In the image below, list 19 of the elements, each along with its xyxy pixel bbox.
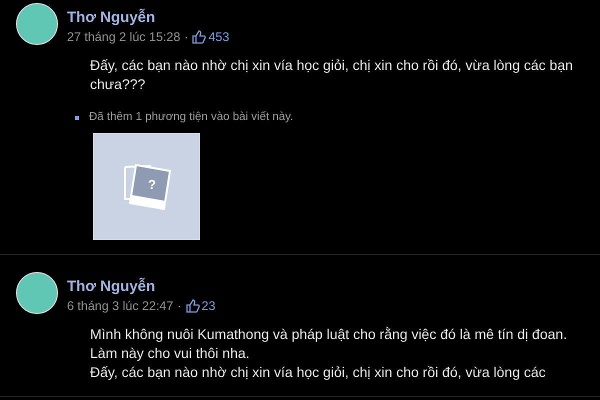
author-name[interactable]: Thơ Nguyễn <box>67 278 216 295</box>
like-count[interactable]: 453 <box>208 30 230 44</box>
bullet-icon <box>75 116 79 120</box>
post-text: Đấy, các bạn nào nhờ chị xin vía học giỏi, chị xin cho rồi đó, vừa lòng các <box>90 363 547 382</box>
separator: · <box>177 299 182 313</box>
question-mark: ? <box>148 176 156 192</box>
thumbs-up-icon <box>192 30 206 44</box>
author-name[interactable]: Thơ Nguyễn <box>67 9 230 26</box>
separator: · <box>184 30 188 44</box>
post-time[interactable]: 6 tháng 3 lúc 22:47 <box>67 299 174 313</box>
attachment-caption: Đã thêm 1 phương tiện vào bài viết này. <box>89 110 294 125</box>
post-text: Mình không nuôi Kumathong và pháp luật cho rằng việc đó là mê tín dị đoan. <box>90 325 568 344</box>
avatar[interactable] <box>16 3 58 45</box>
post-text: Đấy, các bạn nào nhờ chị xin vía học giỏi, chị xin cho rồi đó, vừa lòng các bạn chưa??? <box>90 56 574 94</box>
like-count[interactable]: 23 <box>202 299 216 313</box>
post-text: Làm này cho vui thôi nha. <box>90 344 251 363</box>
post-time[interactable]: 27 tháng 2 lúc 15:28 <box>67 30 180 44</box>
avatar[interactable] <box>16 272 58 314</box>
thumbs-up-icon <box>186 299 200 313</box>
